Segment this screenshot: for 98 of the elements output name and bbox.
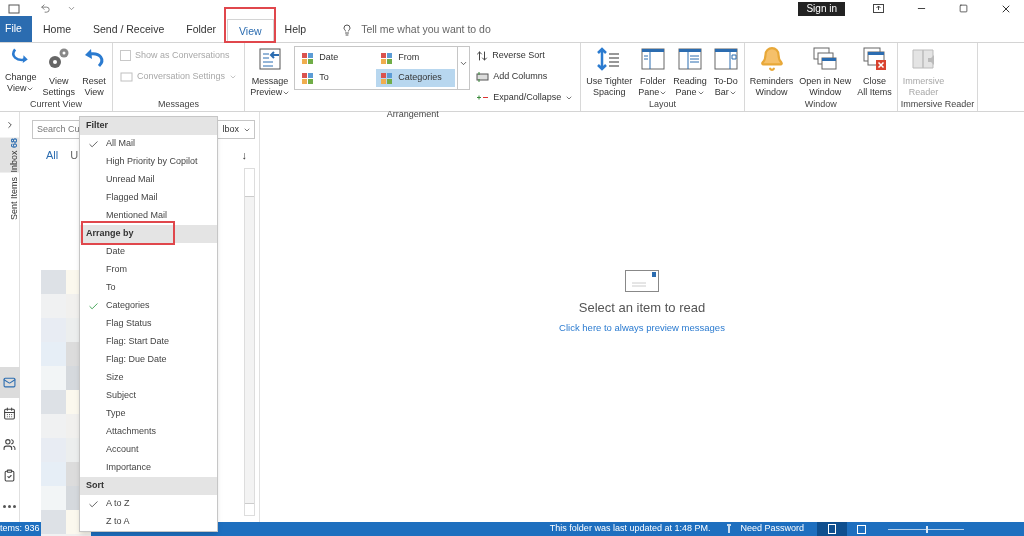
arrange-icon <box>301 51 316 65</box>
check-icon <box>87 138 99 150</box>
ribbon-menu-item[interactable]: Reverse Sort <box>476 45 574 66</box>
menu-section-header: Sort <box>86 479 104 493</box>
ribbon-button[interactable]: Reset View <box>79 43 110 98</box>
menu-item[interactable]: High Priority by Copilot <box>80 153 217 171</box>
ribbon-tab[interactable]: Help <box>273 18 318 42</box>
group-label: Messages <box>157 98 201 111</box>
arrange-option[interactable]: From <box>376 49 456 67</box>
ribbon-button[interactable]: Reading Pane <box>671 43 709 98</box>
menu-item[interactable]: Z to A <box>80 513 217 531</box>
menu-item[interactable]: Size <box>80 369 217 387</box>
ribbon-button[interactable]: Use Tighter Spacing <box>584 43 635 98</box>
bell-icon <box>758 46 785 72</box>
windows-icon <box>812 46 839 72</box>
more-icon <box>3 505 16 508</box>
check-icon <box>87 498 99 510</box>
arrange-option[interactable]: To <box>297 69 377 87</box>
undo-icon <box>40 3 51 14</box>
status-text: This folder was last updated at 1:48 PM. <box>549 522 711 536</box>
menu-item[interactable]: To <box>80 279 217 297</box>
mail-icon <box>3 376 16 389</box>
preview-link[interactable]: Click here to always preview messages <box>559 320 725 335</box>
nav-folder-label[interactable]: Sent Items <box>0 176 20 220</box>
zoom-slider[interactable] <box>888 525 964 533</box>
menu-item[interactable]: Attachments <box>80 423 217 441</box>
ribbon-button[interactable]: Close All Items <box>855 43 894 98</box>
people-icon <box>3 438 16 451</box>
lightbulb-icon <box>341 24 354 36</box>
item-count: tems: 936 <box>0 522 41 536</box>
book-speaker-icon <box>910 46 937 72</box>
menu-item[interactable]: Unread Mail <box>80 171 217 189</box>
arrange-icon <box>380 71 395 85</box>
arrange-option[interactable]: Date <box>297 49 377 67</box>
reading-view-button[interactable] <box>854 522 868 536</box>
menu-item[interactable]: Flag Status <box>80 315 217 333</box>
check-icon <box>87 300 99 312</box>
ribbon-tab[interactable]: Send / Receive <box>82 18 176 42</box>
menu-item[interactable]: Importance <box>80 459 217 477</box>
restore-icon[interactable] <box>959 4 968 13</box>
ribbon-menu-item[interactable]: Expand/Collapse <box>476 87 574 108</box>
ribbon-tab[interactable]: Folder <box>175 18 227 42</box>
password-status: Need Password <box>740 522 804 536</box>
calendar-icon <box>3 407 16 420</box>
menu-section-header: Arrange by <box>86 227 134 241</box>
add-columns-icon <box>476 71 490 82</box>
filter-tab[interactable]: U <box>70 147 79 164</box>
nav-folder-label[interactable]: Inbox 68 <box>0 138 20 173</box>
tasks-icon <box>3 469 16 482</box>
menu-item[interactable]: Date <box>80 243 217 261</box>
ribbon-button[interactable]: To-Do Bar <box>710 43 741 98</box>
caret-icon <box>459 59 469 68</box>
ribbon-tab[interactable]: Home <box>32 18 82 42</box>
menu-item[interactable]: Flag: Start Date <box>80 333 217 351</box>
menu-item[interactable]: Account <box>80 441 217 459</box>
menu-item[interactable]: Flag: Due Date <box>80 351 217 369</box>
plus-minus-icon <box>476 93 490 102</box>
group-label: Immersive Reader <box>900 98 975 111</box>
ribbon-button[interactable]: Reminders Window <box>747 43 796 98</box>
menu-item[interactable]: All Mail <box>80 135 217 153</box>
close-windows-icon <box>861 46 888 72</box>
menu-item[interactable]: A to Z <box>80 495 217 513</box>
arrange-icon <box>380 51 395 65</box>
group-label: Current View <box>29 98 83 111</box>
sort-arrows-icon <box>476 49 489 62</box>
ribbon-button[interactable]: Change View <box>3 43 39 98</box>
ribbon-menu-item[interactable]: Add Columns <box>476 66 574 87</box>
menu-item[interactable]: Categories <box>80 297 217 315</box>
tell-me-field[interactable]: Tell me what you want to do <box>361 22 491 38</box>
file-tab[interactable]: File <box>0 16 32 42</box>
ribbon-button[interactable]: Open in New Window <box>797 43 854 98</box>
menu-item[interactable]: Subject <box>80 387 217 405</box>
menu-item[interactable]: Mentioned Mail <box>80 207 217 225</box>
pane-layout-icon <box>677 46 703 72</box>
normal-view-button[interactable] <box>817 522 847 536</box>
ribbon-tab[interactable]: View <box>227 19 274 43</box>
key-icon <box>726 524 733 534</box>
pane-layout-icon <box>639 46 666 72</box>
scrollbar[interactable] <box>244 167 255 516</box>
reading-pane-title: Select an item to read <box>578 299 706 317</box>
pane-layout-icon <box>712 46 739 72</box>
message-preview-icon <box>257 46 284 72</box>
arrange-option[interactable]: Categories <box>376 69 456 87</box>
filter-tab[interactable]: All <box>46 147 59 164</box>
caret-icon <box>67 4 76 13</box>
menu-item[interactable]: Type <box>80 405 217 423</box>
ribbon-button[interactable]: Message Preview <box>248 43 293 108</box>
sign-in-button[interactable]: Sign in <box>798 1 845 16</box>
arrange-icon <box>301 71 316 85</box>
group-label: Arrangement <box>385 108 440 121</box>
group-label: Window <box>803 98 838 111</box>
sort-direction[interactable]: ↓ <box>241 147 247 164</box>
ribbon-display-icon <box>873 4 884 13</box>
group-label: Layout <box>647 98 677 111</box>
ribbon-button[interactable]: View Settings <box>40 43 78 98</box>
ribbon-button[interactable]: Folder Pane <box>636 43 670 98</box>
menu-item[interactable]: Flagged Mail <box>80 189 217 207</box>
menu-item[interactable]: From <box>80 261 217 279</box>
